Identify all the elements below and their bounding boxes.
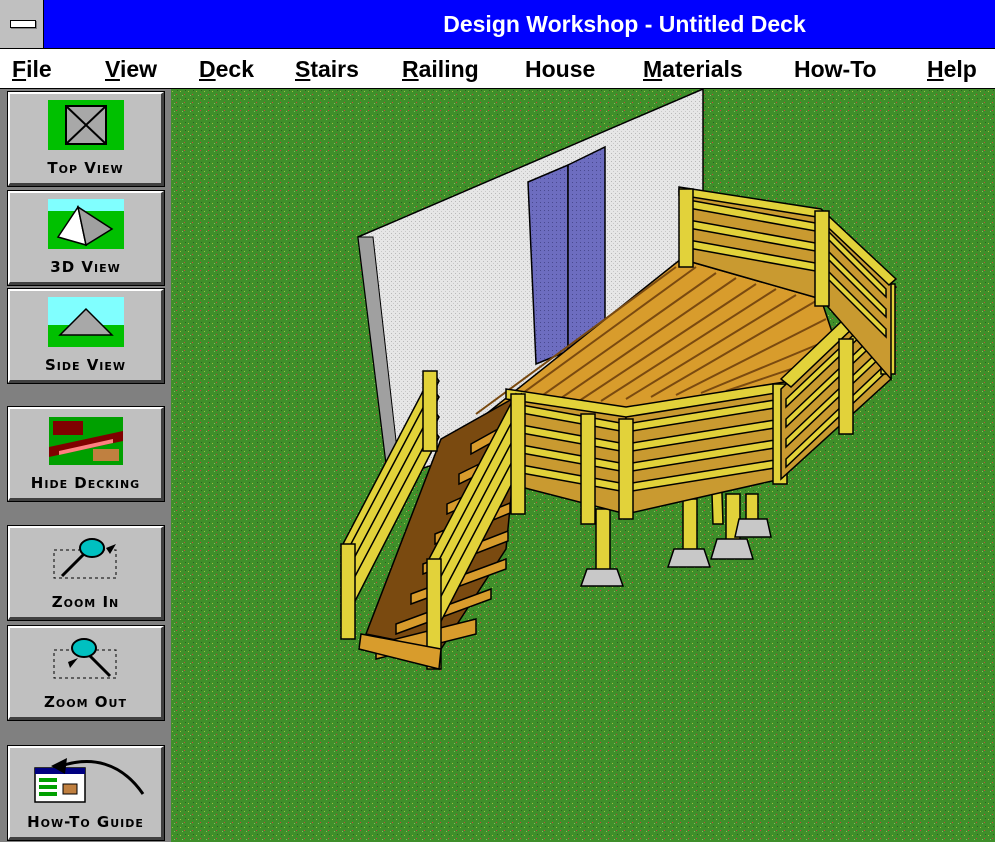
hide-decking-button[interactable]: Hide Decking (8, 407, 164, 501)
how-to-guide-icon (33, 758, 144, 803)
menu-materials[interactable]: Materials (643, 49, 743, 89)
top-view-button[interactable]: Top View (8, 92, 164, 186)
window-title: Design Workshop - Untitled Deck (443, 11, 806, 37)
top-view-icon (47, 100, 124, 150)
zoom-out-label: Zoom Out (44, 693, 127, 711)
menu-house[interactable]: House (525, 49, 595, 89)
how-to-guide-label: How-To Guide (27, 813, 144, 831)
view-toolbar: Top View 3D View Side View Hide Decking (0, 89, 171, 842)
side-view-label: Side View (44, 356, 127, 374)
system-menu-button[interactable] (0, 0, 44, 48)
menu-railing[interactable]: Railing (402, 49, 479, 89)
3d-view-label: 3D View (50, 258, 121, 276)
menu-help[interactable]: Help (927, 49, 977, 89)
hide-decking-icon (48, 417, 123, 465)
title-bar: Design Workshop - Untitled Deck (0, 0, 995, 49)
menu-file[interactable]: File (12, 49, 52, 89)
deck-3d-render (171, 89, 995, 842)
zoom-out-button[interactable]: Zoom Out (8, 626, 164, 720)
menu-bar: File View Deck Stairs Railing House Mate… (0, 49, 995, 89)
top-view-label: Top View (47, 159, 124, 177)
zoom-in-button[interactable]: Zoom In (8, 526, 164, 620)
menu-stairs[interactable]: Stairs (295, 49, 359, 89)
hide-decking-label: Hide Decking (30, 474, 141, 492)
zoom-in-icon (53, 538, 116, 579)
side-view-button[interactable]: Side View (8, 289, 164, 383)
menu-deck[interactable]: Deck (199, 49, 254, 89)
menu-how-to[interactable]: How-To (794, 49, 877, 89)
menu-view[interactable]: View (105, 49, 157, 89)
zoom-out-icon (53, 638, 116, 679)
zoom-in-label: Zoom In (51, 593, 120, 611)
how-to-guide-button[interactable]: How-To Guide (8, 746, 164, 840)
3d-design-canvas[interactable] (171, 89, 995, 842)
3d-view-icon (47, 199, 124, 249)
side-view-icon (47, 297, 124, 347)
3d-view-button[interactable]: 3D View (8, 191, 164, 285)
